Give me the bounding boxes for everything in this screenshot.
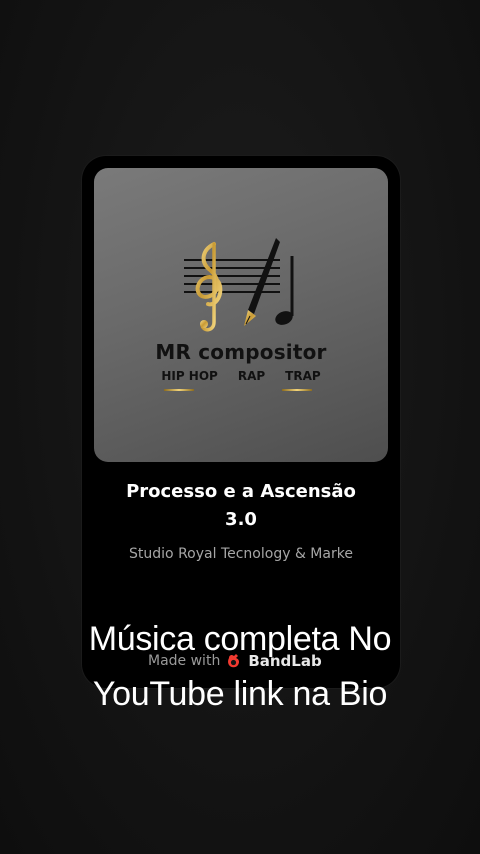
caption-line-1: Música completa No	[88, 620, 392, 658]
artist-name: Studio Royal Tecnology & Marke	[129, 546, 353, 562]
logo-tags: HIP HOP RAP TRAP	[94, 369, 388, 383]
logo-tag-trap: TRAP	[285, 369, 321, 383]
song-title-line-1: Processo e a Ascensão	[126, 481, 356, 502]
song-title: Processo e a Ascensão 3.0	[82, 478, 400, 534]
gold-underline	[164, 389, 194, 391]
fountain-pen-icon	[244, 238, 280, 326]
logo-name: MR compositor	[155, 340, 327, 364]
album-cover[interactable]: MR compositor HIP HOP RAP TRAP	[94, 168, 388, 462]
gold-underline	[282, 389, 312, 391]
song-title-line-2: 3.0	[225, 509, 257, 530]
caption-overlay: Música completa No YouTube link na Bio	[0, 612, 480, 722]
logo-tag-rap: RAP	[237, 369, 266, 383]
caption-line-2: YouTube link na Bio	[92, 675, 388, 713]
music-logo-icon	[184, 238, 294, 332]
logo-underlines	[94, 389, 388, 392]
track-card[interactable]: MR compositor HIP HOP RAP TRAP Processo …	[82, 156, 400, 688]
treble-clef-icon	[195, 242, 223, 332]
logo-tag-hiphop: HIP HOP	[161, 369, 218, 383]
